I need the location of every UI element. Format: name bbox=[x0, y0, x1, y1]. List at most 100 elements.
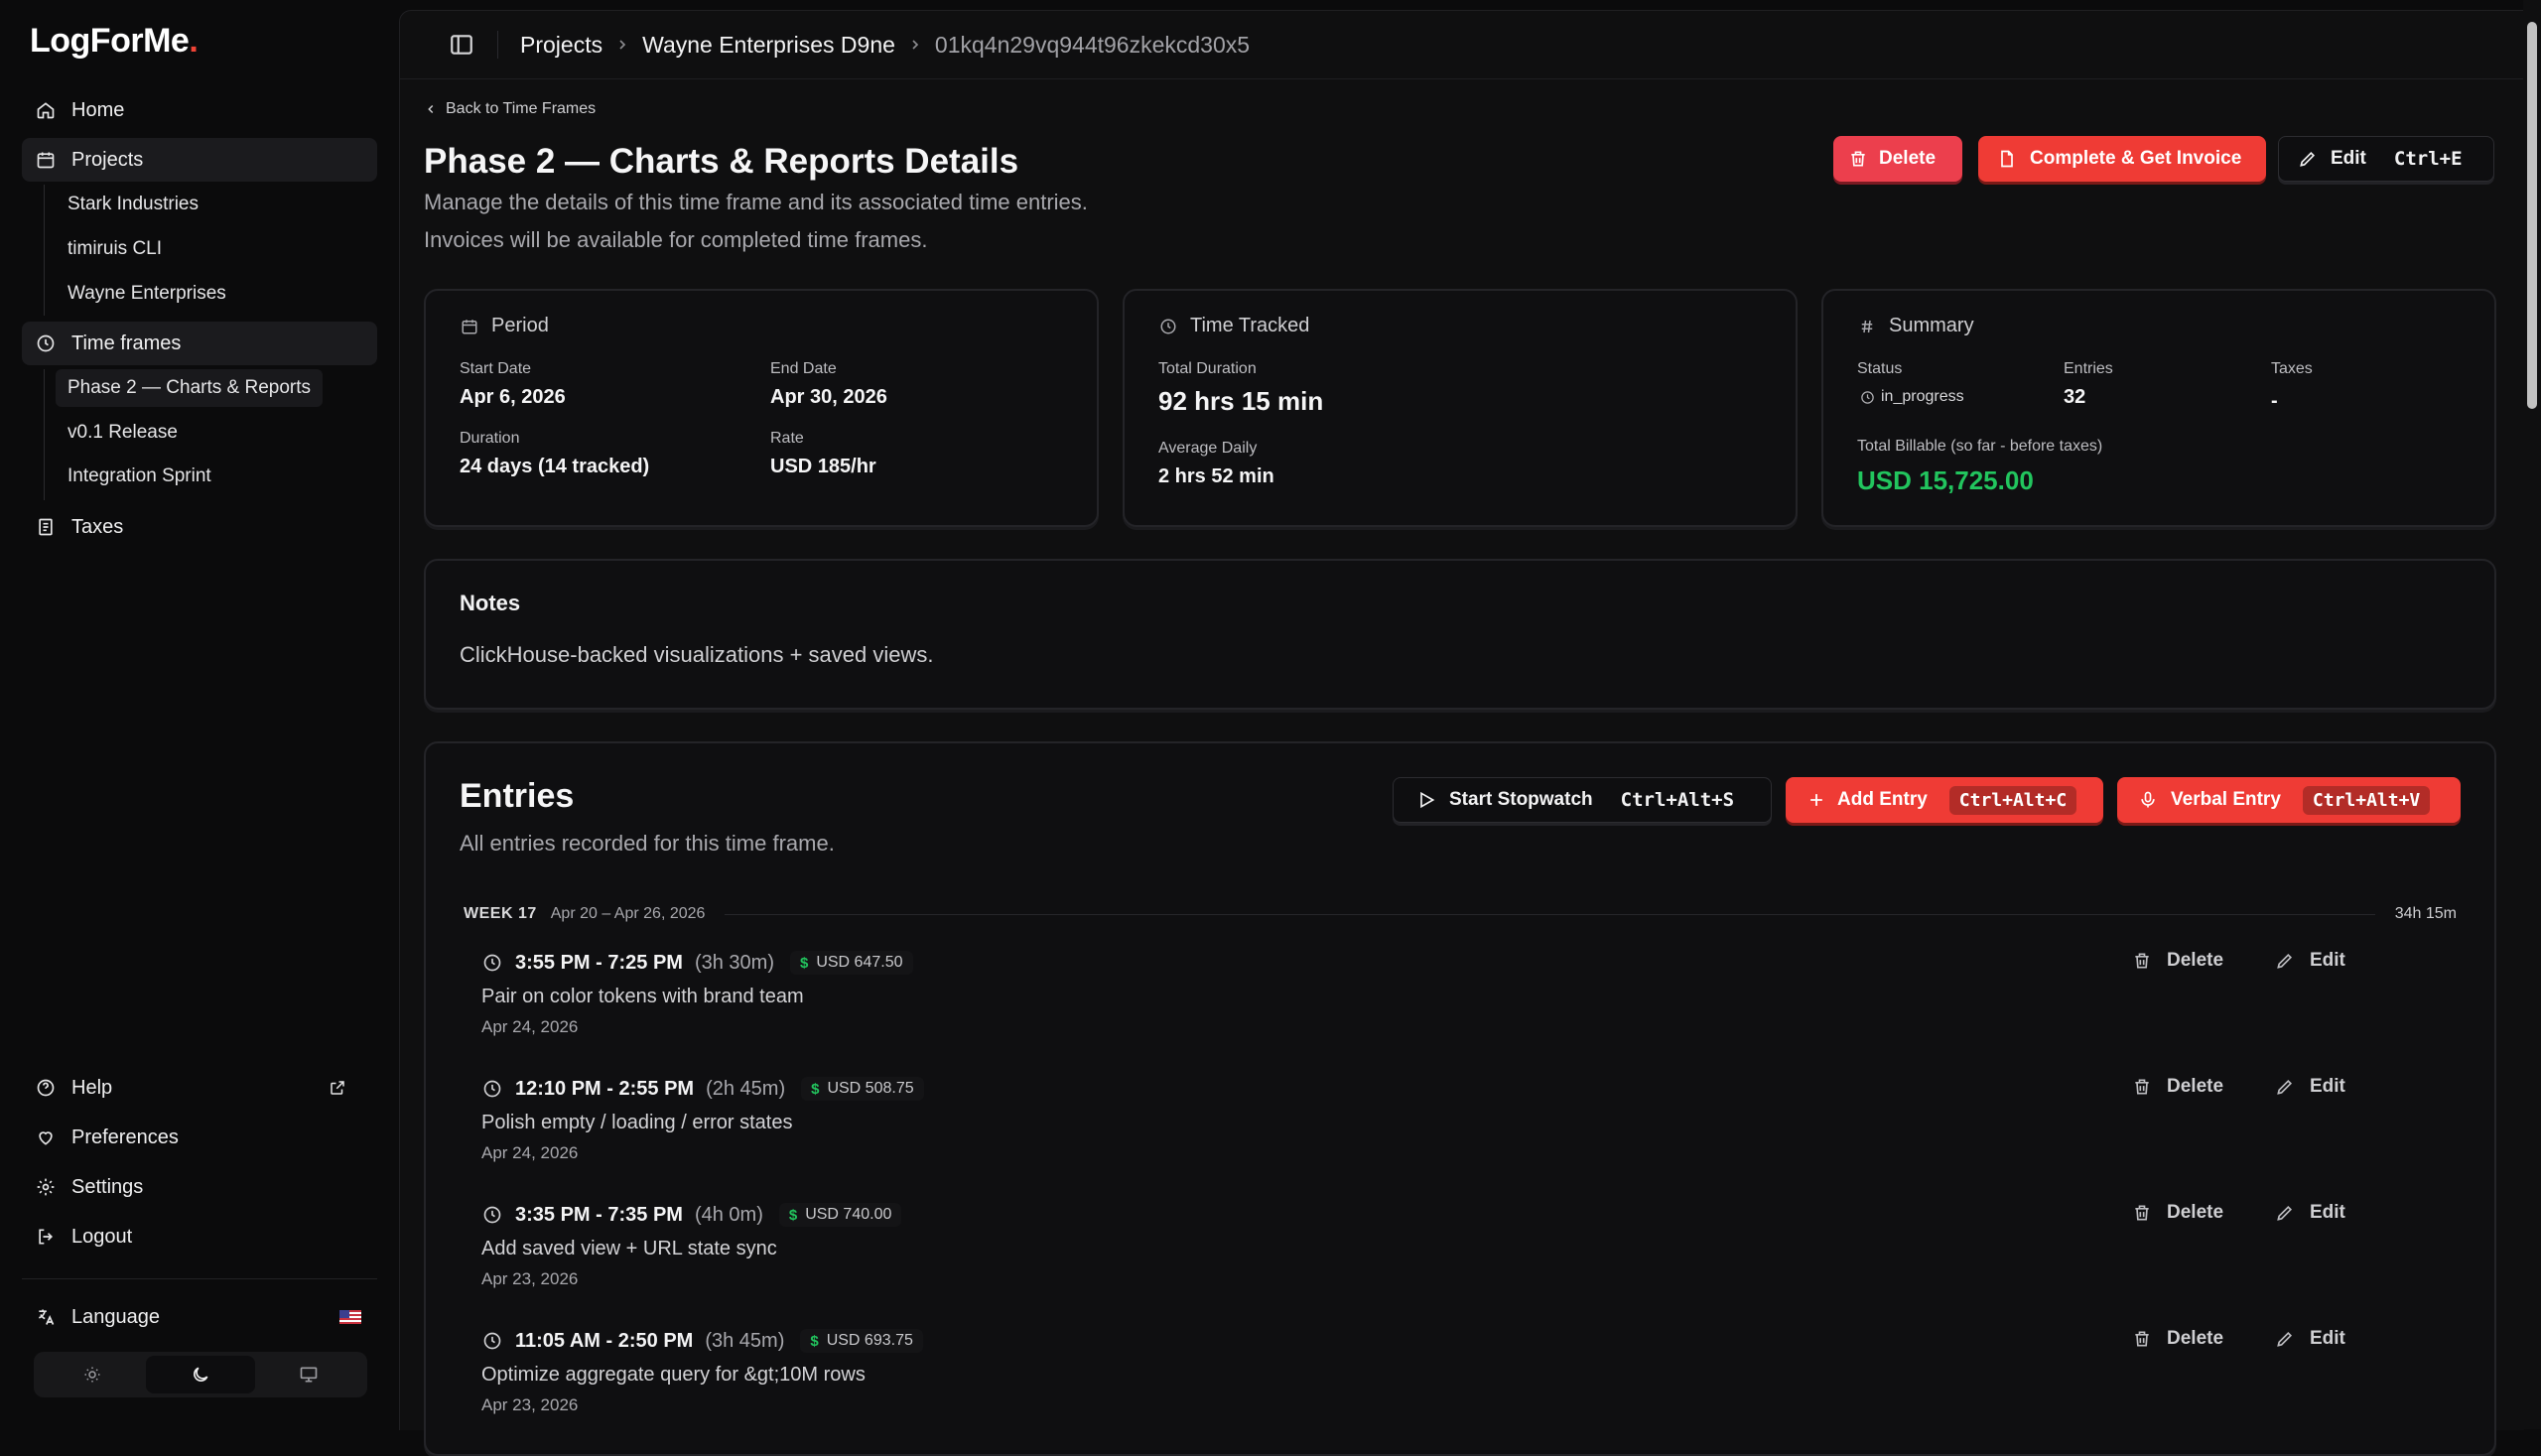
entry-edit-button[interactable]: Edit bbox=[2274, 1328, 2345, 1350]
logout-icon bbox=[34, 1225, 58, 1249]
entries-title: Entries bbox=[460, 777, 575, 815]
taxes-label: Taxes bbox=[2271, 360, 2313, 377]
entry-date: Apr 24, 2026 bbox=[481, 1017, 579, 1036]
back-to-time-frames-link[interactable]: Back to Time Frames bbox=[424, 100, 596, 118]
entry-delete-button[interactable]: Delete bbox=[2131, 950, 2223, 972]
nav-preferences[interactable]: Preferences bbox=[22, 1116, 377, 1159]
pencil-icon bbox=[2297, 148, 2319, 170]
entry-row: 12:10 PM - 2:55 PM (2h 45m) $ USD 508.75 … bbox=[481, 1074, 2457, 1193]
page-subtitle-invoice-note: Invoices will be available for completed… bbox=[424, 227, 928, 252]
scrollbar-thumb[interactable] bbox=[2527, 22, 2537, 409]
clock-icon bbox=[481, 952, 503, 974]
nav-settings[interactable]: Settings bbox=[22, 1165, 377, 1209]
sidebar-project-stark[interactable]: Stark Industries bbox=[56, 186, 210, 223]
add-entry-button[interactable]: Add Entry Ctrl+Alt+C bbox=[1786, 777, 2103, 823]
nav-help[interactable]: Help bbox=[22, 1066, 377, 1110]
entry-edit-label: Edit bbox=[2310, 1202, 2345, 1223]
entry-date: Apr 23, 2026 bbox=[481, 1269, 579, 1288]
entry-description: Optimize aggregate query for &gt;10M row… bbox=[481, 1364, 866, 1386]
page-title: Phase 2 — Charts & Reports Details bbox=[424, 142, 1019, 181]
notes-body: ClickHouse-backed visualizations + saved… bbox=[460, 642, 934, 667]
entry-time: 3:55 PM - 7:25 PM (3h 30m) $ USD 647.50 bbox=[481, 948, 913, 978]
page-scrollbar[interactable] bbox=[2523, 0, 2541, 1429]
entry-edit-button[interactable]: Edit bbox=[2274, 1202, 2345, 1224]
theme-light-button[interactable] bbox=[38, 1356, 146, 1393]
entry-edit-button[interactable]: Edit bbox=[2274, 950, 2345, 972]
pencil-icon bbox=[2274, 1076, 2296, 1098]
theme-switcher bbox=[34, 1352, 367, 1397]
projects-tree-line bbox=[44, 185, 45, 316]
status-label: Status bbox=[1857, 360, 1903, 377]
notes-title: Notes bbox=[460, 591, 521, 615]
nav-taxes[interactable]: Taxes bbox=[22, 505, 377, 549]
complete-invoice-button[interactable]: Complete & Get Invoice bbox=[1978, 136, 2266, 182]
entries-subtitle: All entries recorded for this time frame… bbox=[460, 831, 835, 856]
period-card-header: Period bbox=[460, 315, 549, 337]
entry-delete-label: Delete bbox=[2167, 1076, 2224, 1097]
entry-amount-badge: $ USD 693.75 bbox=[800, 1329, 923, 1353]
sidebar-timeframe-phase2[interactable]: Phase 2 — Charts & Reports bbox=[56, 369, 323, 407]
entry-description: Add saved view + URL state sync bbox=[481, 1238, 777, 1259]
sidebar-timeframe-integration[interactable]: Integration Sprint bbox=[56, 458, 223, 495]
nav-taxes-label: Taxes bbox=[71, 515, 124, 538]
clock-icon bbox=[1859, 389, 1875, 405]
sidebar-toggle-icon[interactable] bbox=[448, 31, 475, 59]
average-daily-label: Average Daily bbox=[1158, 440, 1258, 457]
page-subtitle: Manage the details of this time frame an… bbox=[424, 190, 1088, 214]
entry-delete-button[interactable]: Delete bbox=[2131, 1076, 2223, 1098]
nav-time-frames[interactable]: Time frames bbox=[22, 322, 377, 365]
start-stopwatch-shortcut: Ctrl+Alt+S bbox=[1620, 789, 1735, 811]
entry-delete-button[interactable]: Delete bbox=[2131, 1202, 2223, 1224]
entry-edit-button[interactable]: Edit bbox=[2274, 1076, 2345, 1098]
theme-system-button[interactable] bbox=[255, 1356, 363, 1393]
entry-time-range: 3:35 PM - 7:35 PM bbox=[515, 1203, 683, 1226]
delete-timeframe-button[interactable]: Delete bbox=[1833, 136, 1962, 182]
nav-logout-label: Logout bbox=[71, 1225, 133, 1248]
breadcrumb-projects[interactable]: Projects bbox=[520, 32, 602, 59]
entries-count-label: Entries bbox=[2064, 360, 2113, 377]
language-selector[interactable]: Language bbox=[22, 1295, 377, 1339]
breadcrumb-project[interactable]: Wayne Enterprises D9ne bbox=[642, 32, 895, 59]
clock-icon bbox=[481, 1078, 503, 1100]
nav-projects-label: Projects bbox=[71, 148, 144, 171]
language-label: Language bbox=[71, 1305, 160, 1328]
sun-icon bbox=[83, 1366, 101, 1384]
clock-icon bbox=[481, 1204, 503, 1226]
file-icon bbox=[1996, 148, 2018, 170]
verbal-entry-button[interactable]: Verbal Entry Ctrl+Alt+V bbox=[2117, 777, 2461, 823]
sidebar-timeframe-v01[interactable]: v0.1 Release bbox=[56, 414, 190, 452]
trash-icon bbox=[2131, 1076, 2153, 1098]
nav-logout[interactable]: Logout bbox=[22, 1215, 377, 1258]
sidebar-project-timiruis[interactable]: timiruis CLI bbox=[56, 230, 174, 268]
total-duration-label: Total Duration bbox=[1158, 360, 1257, 377]
week-total: 34h 15m bbox=[2394, 905, 2457, 922]
top-bar: Projects Wayne Enterprises D9ne 01kq4n29… bbox=[400, 11, 2524, 79]
status-badge: in_progress bbox=[1859, 388, 1964, 406]
add-entry-shortcut: Ctrl+Alt+C bbox=[1948, 785, 2077, 815]
entry-delete-button[interactable]: Delete bbox=[2131, 1328, 2223, 1350]
entry-delete-label: Delete bbox=[2167, 1202, 2224, 1223]
edit-timeframe-button[interactable]: Edit Ctrl+E bbox=[2278, 136, 2494, 182]
plus-icon bbox=[1805, 789, 1827, 811]
app-logo[interactable]: LogForMe. bbox=[30, 22, 199, 61]
verbal-entry-label: Verbal Entry bbox=[2171, 789, 2281, 810]
total-billable-label: Total Billable (so far - before taxes) bbox=[1857, 438, 2103, 455]
entry-amount-badge: $ USD 647.50 bbox=[789, 951, 913, 975]
translate-icon bbox=[34, 1305, 58, 1329]
sidebar: LogForMe. Home Projects Stark Industries… bbox=[0, 0, 397, 1429]
entry-edit-label: Edit bbox=[2310, 1076, 2345, 1097]
chevron-right-icon bbox=[907, 37, 923, 53]
entry-duration: (3h 30m) bbox=[694, 951, 774, 974]
nav-home[interactable]: Home bbox=[22, 88, 377, 132]
sidebar-project-wayne[interactable]: Wayne Enterprises bbox=[56, 275, 238, 313]
start-stopwatch-button[interactable]: Start Stopwatch Ctrl+Alt+S bbox=[1393, 777, 1772, 823]
us-flag-icon bbox=[339, 1310, 361, 1324]
start-stopwatch-label: Start Stopwatch bbox=[1449, 789, 1593, 810]
nav-projects[interactable]: Projects bbox=[22, 138, 377, 182]
entry-duration: (4h 0m) bbox=[694, 1203, 763, 1226]
entry-row: 11:05 AM - 2:50 PM (3h 45m) $ USD 693.75 … bbox=[481, 1326, 2457, 1445]
microphone-icon bbox=[2137, 789, 2159, 811]
week-divider bbox=[725, 913, 2375, 915]
dollar-icon: $ bbox=[811, 1080, 820, 1098]
theme-dark-button[interactable] bbox=[146, 1356, 255, 1393]
